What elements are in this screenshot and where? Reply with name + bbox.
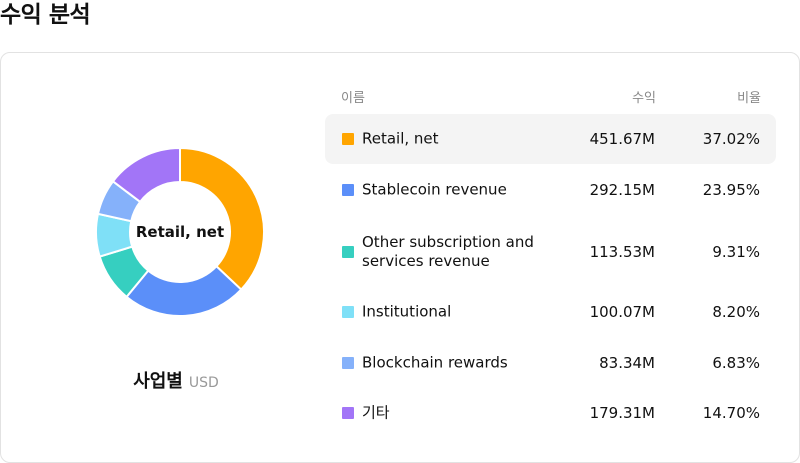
- legend-swatch: [342, 246, 354, 258]
- segment-revenue: 113.53M: [589, 243, 655, 261]
- table-row[interactable]: Retail, net 451.67M 37.02%: [325, 114, 776, 164]
- segment-ratio: 23.95%: [702, 181, 760, 199]
- segment-name: Other subscription and services revenue: [362, 233, 534, 270]
- legend-swatch: [342, 184, 354, 196]
- segment-ratio: 9.31%: [712, 243, 760, 261]
- donut-chart: Retail, net: [94, 146, 266, 318]
- segment-revenue: 100.07M: [589, 303, 655, 321]
- header-revenue: 수익: [632, 91, 656, 106]
- segment-revenue: 179.31M: [589, 404, 655, 422]
- table-row[interactable]: Blockchain rewards 83.34M 6.83%: [325, 338, 776, 388]
- segment-revenue: 83.34M: [599, 354, 655, 372]
- segment-title: 사업별: [133, 371, 183, 392]
- table-header: 이름 수익 비율: [341, 85, 771, 106]
- table-row[interactable]: 기타 179.31M 14.70%: [325, 388, 776, 438]
- segment-revenue: 451.67M: [589, 130, 655, 148]
- header-ratio: 비율: [737, 91, 761, 106]
- segment-ratio: 14.70%: [702, 404, 760, 422]
- segment-name: Institutional: [362, 302, 452, 321]
- segment-ratio: 37.02%: [702, 130, 760, 148]
- currency-unit: USD: [188, 375, 219, 391]
- donut-center-label: Retail, net: [135, 223, 225, 241]
- page-title: 수익 분석: [0, 2, 91, 28]
- legend-swatch: [342, 306, 354, 318]
- legend-swatch: [342, 133, 354, 145]
- chart-subtitle: 사업별 USD: [1, 367, 351, 393]
- segment-ratio: 6.83%: [712, 354, 760, 372]
- revenue-card: Retail, net 사업별 USD 이름 수익 비율 Retail, net 4…: [0, 52, 800, 463]
- segment-ratio: 8.20%: [712, 303, 760, 321]
- table-row[interactable]: Stablecoin revenue 292.15M 23.95%: [325, 165, 776, 215]
- segment-name: 기타: [362, 403, 390, 422]
- header-name: 이름: [341, 91, 365, 106]
- segment-name: Retail, net: [362, 129, 439, 148]
- legend-swatch: [342, 357, 354, 369]
- table-row[interactable]: Institutional 100.07M 8.20%: [325, 287, 776, 337]
- segment-name: Blockchain rewards: [362, 353, 508, 372]
- segment-revenue: 292.15M: [589, 181, 655, 199]
- legend-swatch: [342, 407, 354, 419]
- table-row[interactable]: Other subscription and services revenue 1…: [325, 226, 776, 278]
- segment-name: Stablecoin revenue: [362, 180, 507, 199]
